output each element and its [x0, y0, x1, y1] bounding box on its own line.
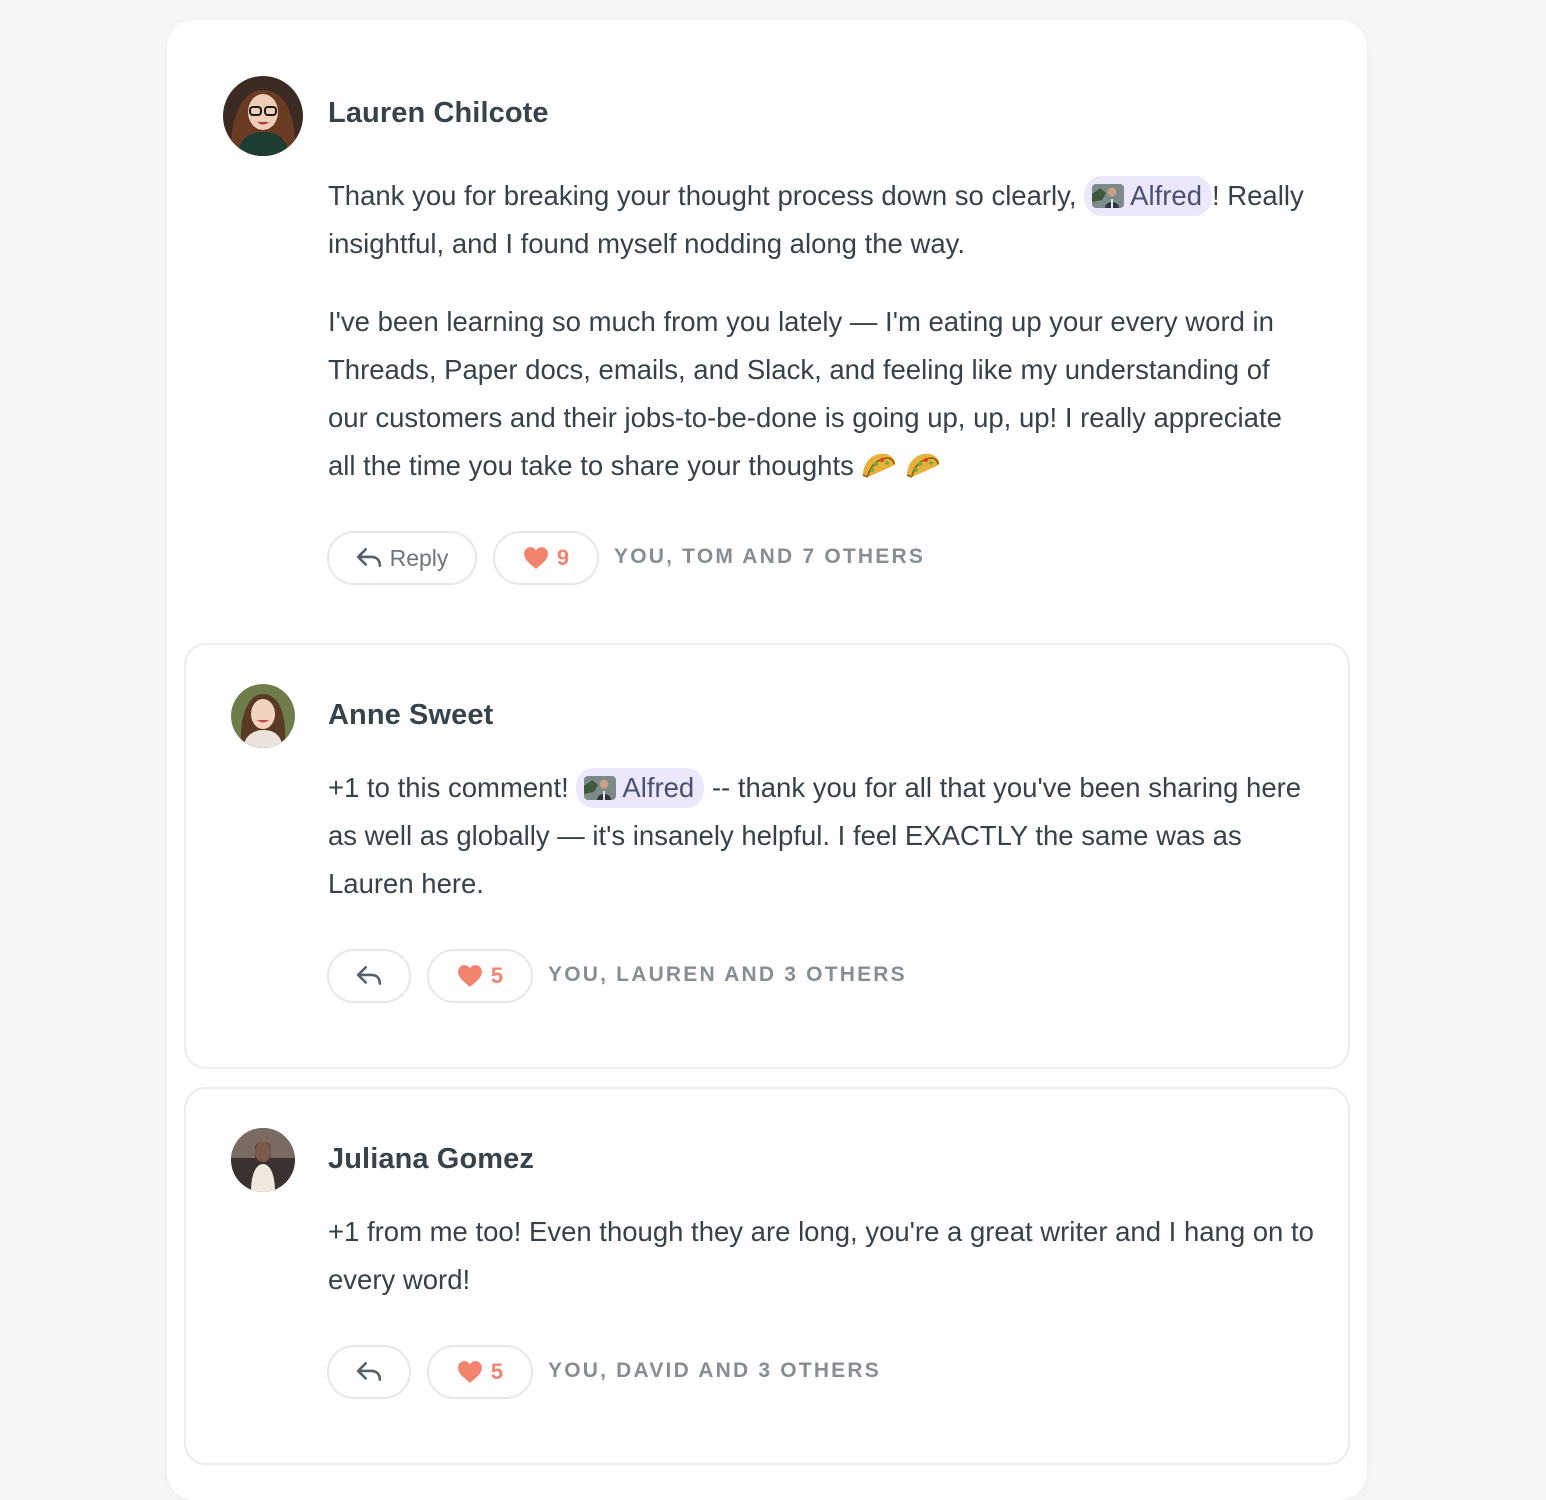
- mention-alfred[interactable]: Alfred: [576, 768, 705, 808]
- reply-button[interactable]: [327, 1345, 411, 1399]
- mention-alfred[interactable]: Alfred: [1084, 176, 1212, 216]
- likers-summary[interactable]: YOU, DAVID AND 3 OTHERS: [548, 1359, 881, 1383]
- comment-text: +1 to this comment!: [328, 772, 569, 803]
- comment-author-name[interactable]: Juliana Gomez: [328, 1143, 534, 1176]
- likers-summary[interactable]: YOU, TOM AND 7 OTHERS: [614, 545, 925, 569]
- mention-label: Alfred: [622, 772, 695, 803]
- mention-avatar-icon: [1092, 184, 1124, 208]
- like-count: 5: [490, 1359, 504, 1384]
- avatar-lauren-chilcote[interactable]: [223, 76, 303, 156]
- comment-body: Thank you for breaking your thought proc…: [328, 172, 1308, 490]
- reply-arrow-icon: [356, 547, 382, 569]
- heart-icon: [523, 546, 549, 570]
- avatar-juliana-gomez[interactable]: [231, 1128, 295, 1192]
- reply-arrow-icon: [356, 965, 382, 987]
- reply-button[interactable]: Reply: [327, 531, 477, 585]
- heart-icon: [457, 1360, 483, 1384]
- reply-arrow-icon: [356, 1361, 382, 1383]
- taco-emoji-icon: [860, 449, 898, 479]
- like-button[interactable]: 5: [427, 949, 533, 1003]
- like-count: 5: [490, 963, 504, 988]
- likers-summary[interactable]: YOU, LAUREN AND 3 OTHERS: [548, 963, 907, 987]
- like-count: 9: [556, 545, 570, 570]
- comment-text: +1 from me too! Even though they are lon…: [328, 1216, 1314, 1295]
- comment-text: Thank you for breaking your thought proc…: [328, 180, 1077, 211]
- reply-label: Reply: [389, 544, 449, 571]
- comment-author-name[interactable]: Lauren Chilcote: [328, 97, 549, 130]
- mention-label: Alfred: [1130, 180, 1202, 211]
- comment-author-name[interactable]: Anne Sweet: [328, 699, 493, 732]
- reply-button[interactable]: [327, 949, 411, 1003]
- avatar-anne-sweet[interactable]: [231, 684, 295, 748]
- like-button[interactable]: 9: [493, 531, 599, 585]
- comment-body: +1 from me too! Even though they are lon…: [328, 1208, 1328, 1304]
- heart-icon: [457, 964, 483, 988]
- comment-text: I've been learning so much from you late…: [328, 306, 1282, 481]
- comment-body: +1 to this comment! Alfred -- thank you …: [328, 764, 1328, 908]
- like-button[interactable]: 5: [427, 1345, 533, 1399]
- taco-emoji-icon: [904, 449, 942, 479]
- mention-avatar-icon: [584, 776, 616, 800]
